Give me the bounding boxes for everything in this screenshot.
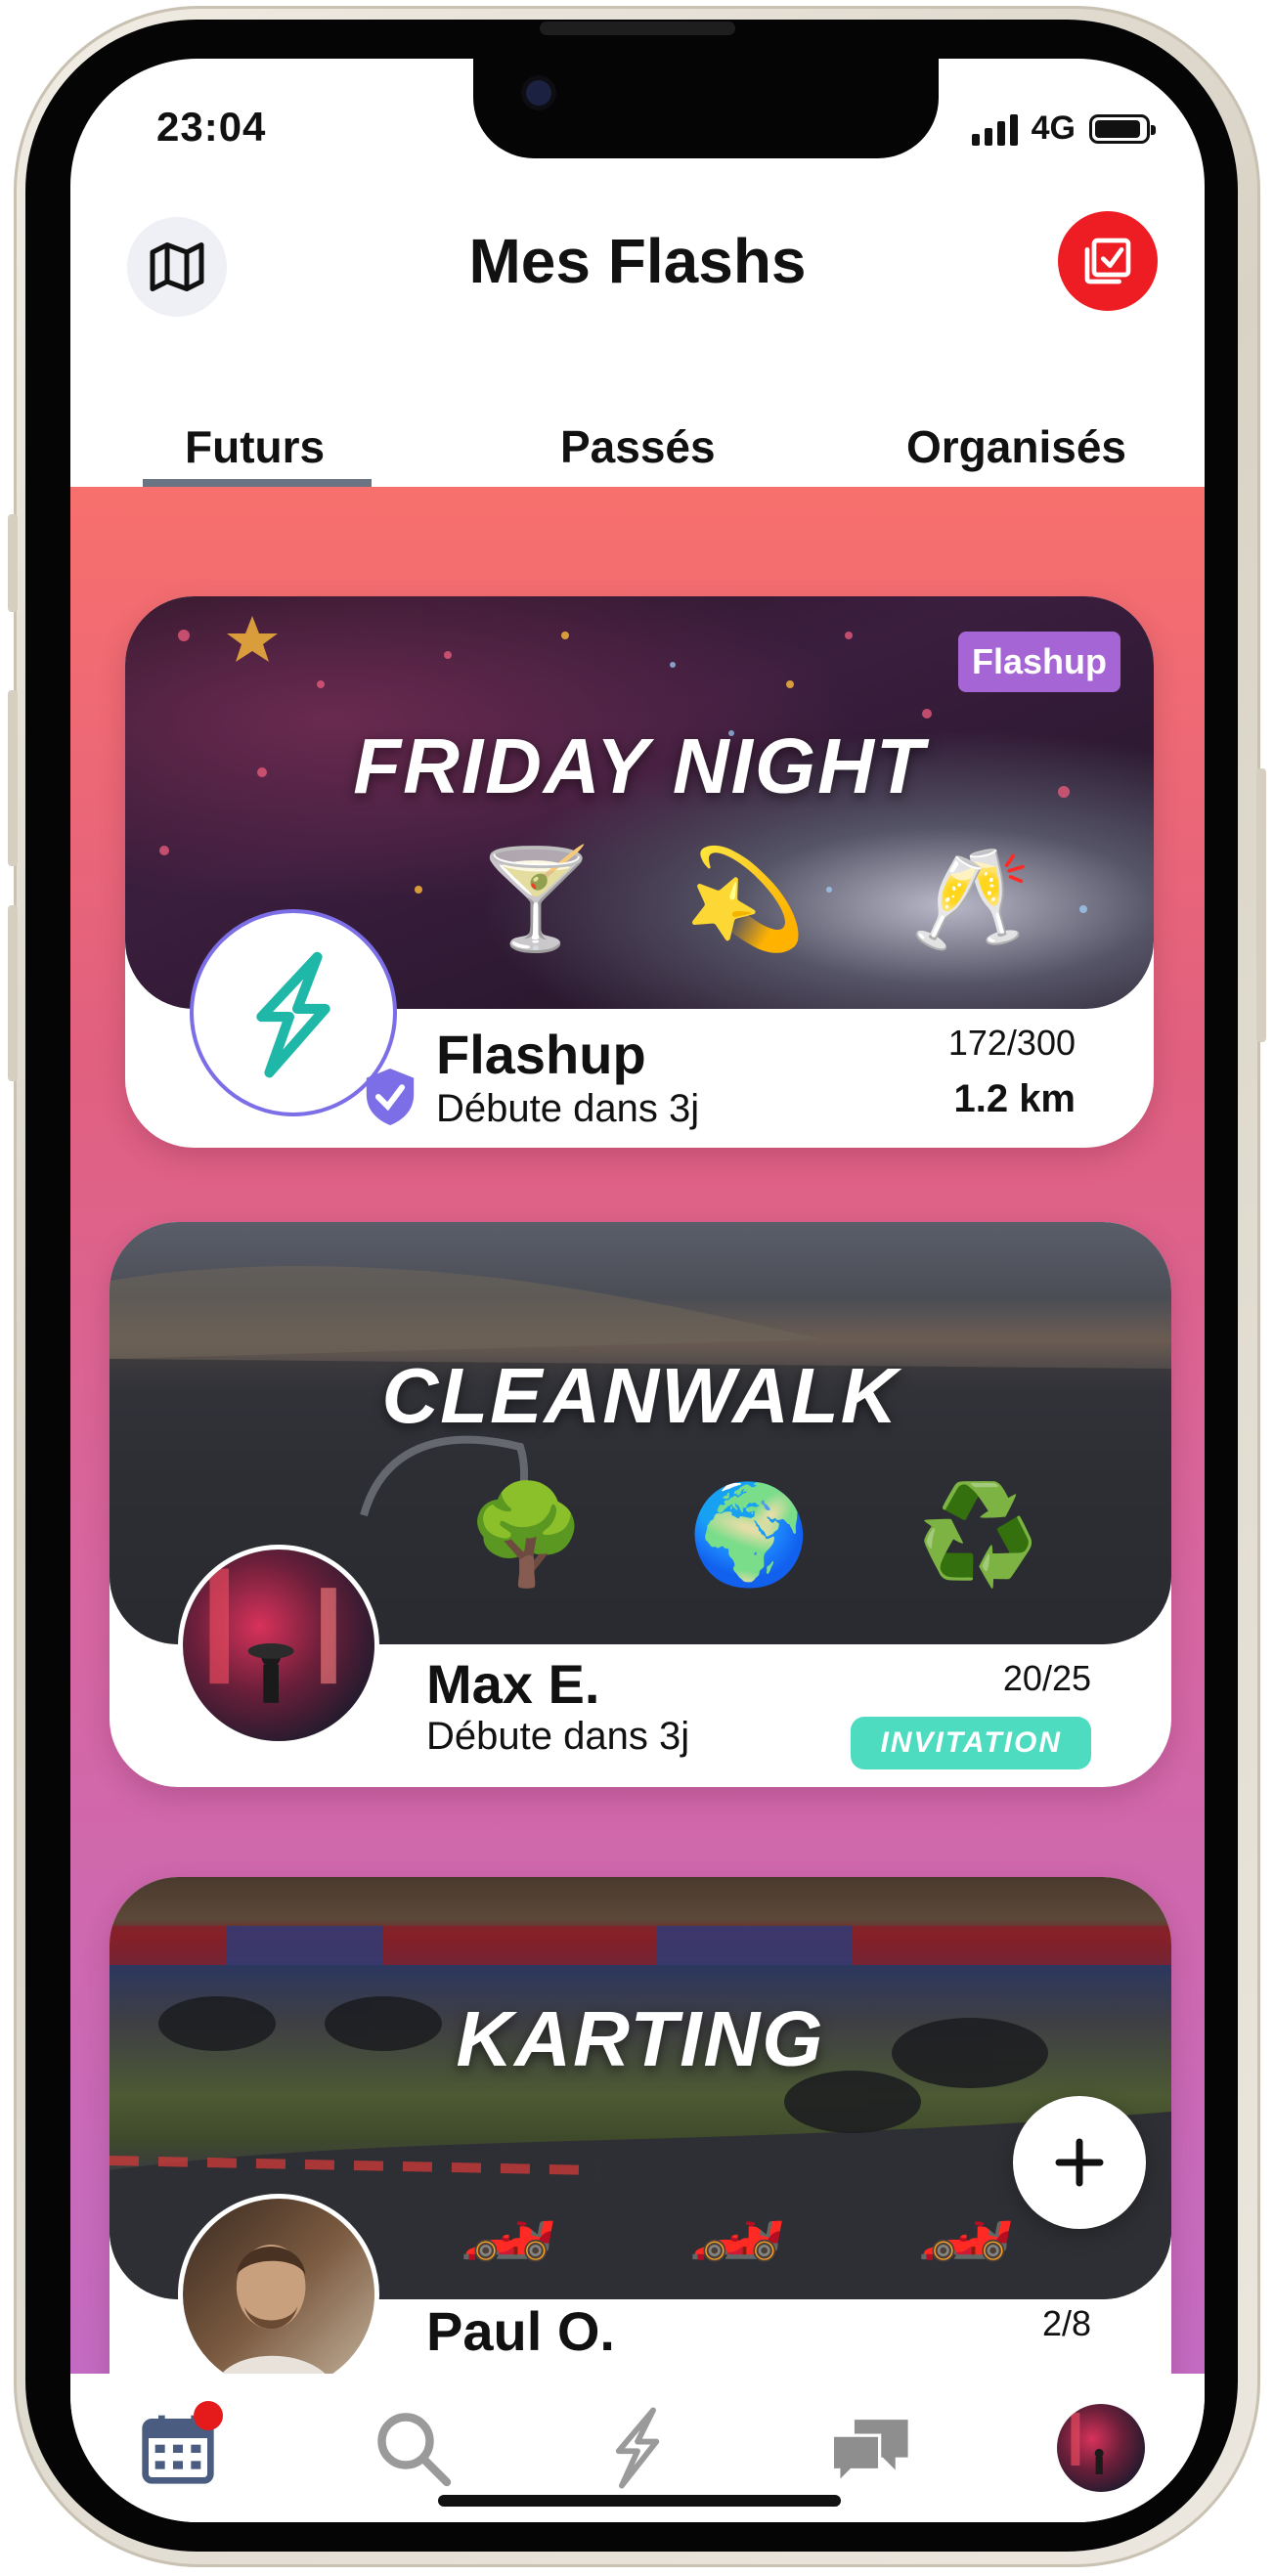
page-title: Mes Flashs [468,226,807,296]
profile-photo [1071,2413,1104,2474]
man-portrait-photo [221,2245,326,2374]
official-badge: Flashup [957,632,1120,692]
emoji-race-car: 🏎️ [460,2175,557,2262]
nav-calendar[interactable] [131,2401,225,2495]
event-card-cleanwalk[interactable]: CLEANWALK 🌳 🌍 ♻️ Max E. Débute dans 3j 2… [110,1222,1171,1787]
emoji-tree: 🌳 [465,1480,588,1590]
event-distance: 1.2 km [953,1077,1076,1120]
volume-up-button [8,690,18,866]
nav-messages[interactable] [823,2401,917,2495]
organizer-avatar[interactable] [178,1545,379,1746]
mute-switch [8,514,18,612]
emoji-cocktail: 🍸 [475,845,597,954]
event-card-karting[interactable]: KARTING 🏎️ 🏎️ 🏎️ Paul O. 2/8 [110,1877,1171,2374]
event-start-info: Débute dans 3j [426,1715,690,1758]
battery-level [1095,119,1140,138]
verified-shield-icon [366,1069,415,1125]
tab-futurs[interactable]: Futurs [185,420,325,473]
search-icon [377,2413,452,2487]
event-card-friday-night[interactable]: Flashup FRIDAY NIGHT 🍸 💫 🥂 Flashup Début… [125,596,1154,1148]
create-event-button[interactable] [1013,2096,1146,2229]
status-time: 23:04 [156,104,267,150]
status-indicators: 4G [971,109,1156,148]
app-screen: 23:04 4G Mes Flashs Futurs Passés Organi… [70,59,1205,2522]
emoji-race-car: 🏎️ [917,2175,1015,2262]
emoji-race-car: 🏎️ [688,2175,786,2262]
event-title: FRIDAY NIGHT [353,722,926,809]
invitation-tag: INVITATION [851,1717,1091,1769]
my-participations-button[interactable] [1058,211,1158,311]
emoji-dizzy-star: 💫 [684,845,807,954]
earpiece-speaker [540,22,735,35]
notification-dot [194,2401,223,2430]
emoji-recycle: ♻️ [917,1480,1039,1590]
organizer-name: Paul O. [426,2300,615,2362]
checklist-icon [1084,238,1131,284]
emoji-globe: 🌍 [688,1480,811,1590]
bolt-icon [615,2407,660,2489]
events-list: Flashup FRIDAY NIGHT 🍸 💫 🥂 Flashup Début… [70,487,1205,2374]
night-street-photo [209,1568,336,1703]
power-button [1256,768,1266,1042]
profile-avatar [1057,2404,1145,2492]
emoji-champagne: 🥂 [909,845,1032,954]
nav-flashup[interactable] [591,2401,684,2495]
organizer-name: Flashup [436,1024,646,1085]
nav-profile[interactable] [1054,2401,1148,2495]
participants-count: 2/8 [1041,2303,1091,2343]
home-indicator[interactable] [438,2495,841,2507]
signal-icon [971,112,1018,146]
volume-down-button [8,905,18,1081]
battery-icon [1089,113,1156,144]
organizer-name: Max E. [426,1653,600,1715]
event-title: KARTING [456,1995,825,2082]
plus-icon [1055,2138,1104,2187]
tab-passes[interactable]: Passés [560,420,716,473]
front-camera [526,80,551,106]
notch [473,59,939,158]
chat-icon [830,2420,908,2487]
participants-count: 20/25 [1002,1658,1091,1698]
event-start-info: Débute dans 3j [436,1087,700,1130]
active-tab-indicator [143,479,372,487]
participants-count: 172/300 [947,1023,1076,1063]
tab-organises[interactable]: Organisés [906,420,1126,473]
nav-search[interactable] [366,2401,460,2495]
network-type: 4G [1031,109,1076,147]
event-title: CLEANWALK [381,1352,900,1439]
